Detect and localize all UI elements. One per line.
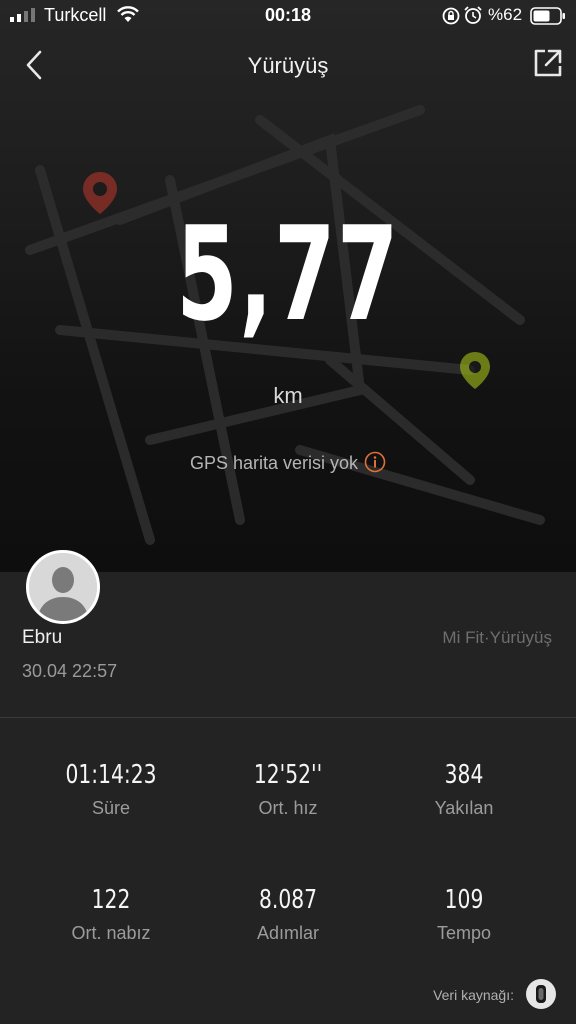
share-icon[interactable] <box>531 46 565 80</box>
user-name: Ebru <box>22 627 63 648</box>
stat-avg-pace: 12'52'' Ort. hız <box>192 760 384 819</box>
stat-value: 8.087 <box>258 885 318 915</box>
gps-notice-text: GPS harita verisi yok <box>189 453 359 473</box>
stat-label: Yakılan <box>434 798 494 818</box>
stat-value: 01:14:23 <box>65 760 157 790</box>
lock-rotation-icon <box>442 7 460 25</box>
source-app-label: Mi Fit·Yürüyüş <box>442 628 552 647</box>
stat-value: 12'52'' <box>253 760 323 790</box>
avatar[interactable] <box>26 550 100 624</box>
stat-label: Tempo <box>436 923 492 943</box>
workout-date: 30.04 22:57 <box>22 661 118 681</box>
data-source-label: Veri kaynağı: <box>433 987 514 1003</box>
stat-label: Süre <box>91 798 131 818</box>
stat-duration: 01:14:23 Süre <box>15 760 207 819</box>
screen: Turkcell 00:18 %62 Yürüyüş 5,77 km GPS h… <box>0 0 576 1024</box>
status-bar: Turkcell 00:18 %62 <box>0 0 576 32</box>
divider <box>0 717 576 718</box>
avatar-silhouette-icon <box>29 553 97 621</box>
stat-value: 122 <box>91 885 131 915</box>
stat-label: Adımlar <box>256 923 319 943</box>
stat-calories: 384 Yakılan <box>368 760 560 819</box>
stat-steps: 8.087 Adımlar <box>192 885 384 944</box>
stat-avg-heart-rate: 122 Ort. nabız <box>15 885 207 944</box>
device-icon[interactable] <box>525 978 557 1010</box>
stat-value: 109 <box>444 885 484 915</box>
battery-percent: %62 <box>488 5 523 24</box>
info-icon[interactable] <box>364 451 386 473</box>
battery-icon <box>530 7 565 25</box>
stat-cadence: 109 Tempo <box>368 885 560 944</box>
distance-value: 5,77 <box>176 198 400 350</box>
nav-bar: Yürüyüş <box>0 40 576 92</box>
alarm-icon <box>464 6 482 24</box>
stat-value: 384 <box>444 760 484 790</box>
gps-notice: GPS harita verisi yok <box>0 451 576 474</box>
stat-label: Ort. hız <box>258 798 318 818</box>
stat-label: Ort. nabız <box>71 923 151 943</box>
distance-unit: km <box>273 383 303 408</box>
page-title: Yürüyüş <box>247 53 329 78</box>
